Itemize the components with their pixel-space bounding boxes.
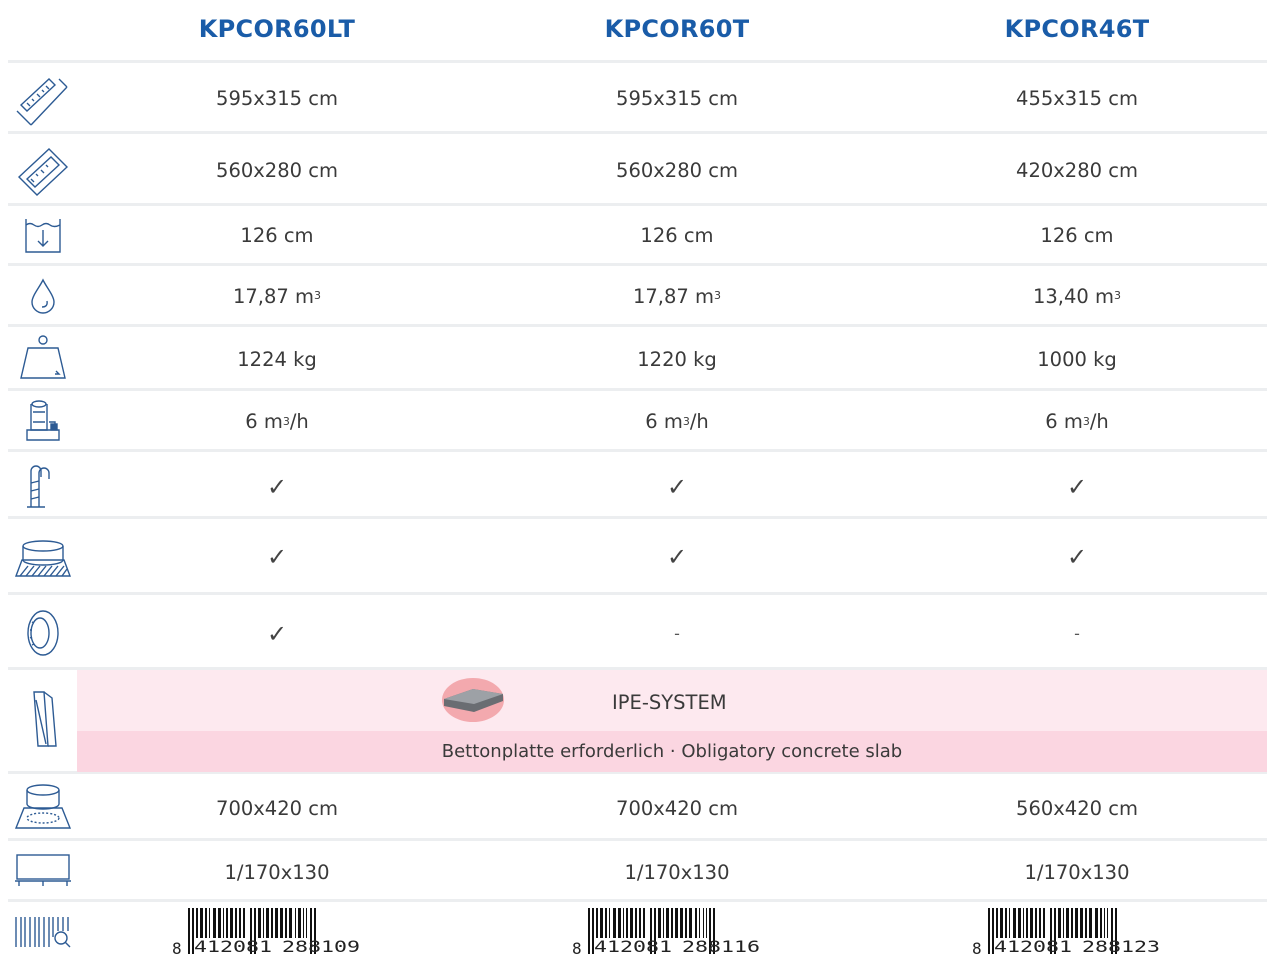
barcode-2: 8 412081 288116 [572, 908, 760, 956]
surface-1: 700x420 cm [216, 797, 338, 820]
filter-1: 6 m 3/h [245, 410, 309, 433]
filter-3: 6 m 3/h [1045, 410, 1109, 433]
pool-light-3: - [1074, 624, 1080, 643]
barcode-lead-digit: 8 [972, 939, 982, 956]
pallet-1: 1/170x130 [224, 860, 330, 884]
water-depth-2: 126 cm [640, 224, 714, 247]
water-depth-3: 126 cm [1040, 224, 1114, 247]
volume-3: 13,40 m3 [1032, 284, 1122, 308]
ground-cloth-1: ✓ [266, 543, 288, 571]
surface-needed-icon [8, 779, 78, 835]
ladder-icon [8, 459, 78, 513]
outer-size-2: 595x315 cm [616, 87, 738, 110]
outer-dimensions-icon [8, 72, 78, 128]
row-divider [8, 263, 1267, 266]
filter-2: 6 m 3/h [645, 410, 709, 433]
pallet-3: 1/170x130 [1024, 860, 1130, 884]
pool-light-2: - [674, 624, 680, 643]
ipe-system-icon [8, 680, 78, 760]
pool-light-1: ✓ [266, 619, 288, 648]
row-divider [8, 324, 1267, 327]
inner-dimensions-icon [8, 142, 78, 200]
volume-1: 17,87 m3 [232, 284, 322, 308]
weight-2: 1220 kg [637, 347, 717, 371]
inner-size-3: 420x280 cm [1016, 158, 1138, 182]
barcode-left-digits: 412081 [994, 937, 1072, 956]
outer-size-3: 455x315 cm [1016, 87, 1138, 110]
pool-light-icon [8, 602, 78, 664]
barcode-left-digits: 412081 [594, 937, 672, 956]
barcode-lead-digit: 8 [172, 939, 182, 956]
ladder-1: ✓ [266, 472, 288, 501]
water-depth-1: 126 cm [240, 224, 314, 247]
ipe-note: Bettonplatte erforderlich · Obligatory c… [441, 741, 903, 762]
barcode-right-digits: 288109 [282, 937, 360, 956]
weight-1: 1224 kg [237, 347, 317, 371]
ground-cloth-3: ✓ [1066, 543, 1088, 571]
water-depth-icon [8, 212, 78, 258]
barcode-right-digits: 288116 [682, 937, 760, 956]
barcode-3: 8 412081 288123 [972, 908, 1160, 956]
row-divider [8, 203, 1267, 206]
inner-size-2: 560x280 cm [616, 158, 738, 182]
model-header-3: KPCOR46T [1004, 15, 1150, 43]
concrete-slab-image [441, 676, 505, 728]
row-divider [8, 60, 1267, 63]
outer-size-1: 595x315 cm [216, 87, 338, 110]
inner-size-1: 560x280 cm [216, 158, 338, 182]
ladder-3: ✓ [1066, 472, 1088, 501]
surface-2: 700x420 cm [616, 797, 738, 820]
ground-cloth-2: ✓ [666, 543, 688, 571]
barcode-1: 8 412081 288109 [172, 908, 360, 956]
weight-icon [8, 332, 78, 384]
water-volume-icon [8, 272, 78, 320]
barcode-left-digits: 412081 [194, 937, 272, 956]
ipe-note-band: Bettonplatte erforderlich · Obligatory c… [77, 731, 1267, 772]
pallet-2: 1/170x130 [624, 860, 730, 884]
ground-cloth-icon [8, 528, 78, 588]
barcode-lead-digit: 8 [572, 939, 582, 956]
ladder-2: ✓ [666, 472, 688, 501]
barcode-icon [8, 908, 78, 954]
barcode-right-digits: 288123 [1082, 937, 1160, 956]
volume-2: 17,87 m3 [632, 284, 722, 308]
filter-icon [8, 395, 78, 445]
pallet-icon [8, 846, 78, 894]
row-divider [8, 131, 1267, 134]
surface-3: 560x420 cm [1016, 797, 1138, 820]
model-header-1: KPCOR60LT [198, 15, 356, 43]
weight-3: 1000 kg [1037, 347, 1117, 371]
ipe-system-label: IPE-SYSTEM [612, 691, 727, 714]
model-header-2: KPCOR60T [604, 15, 750, 43]
